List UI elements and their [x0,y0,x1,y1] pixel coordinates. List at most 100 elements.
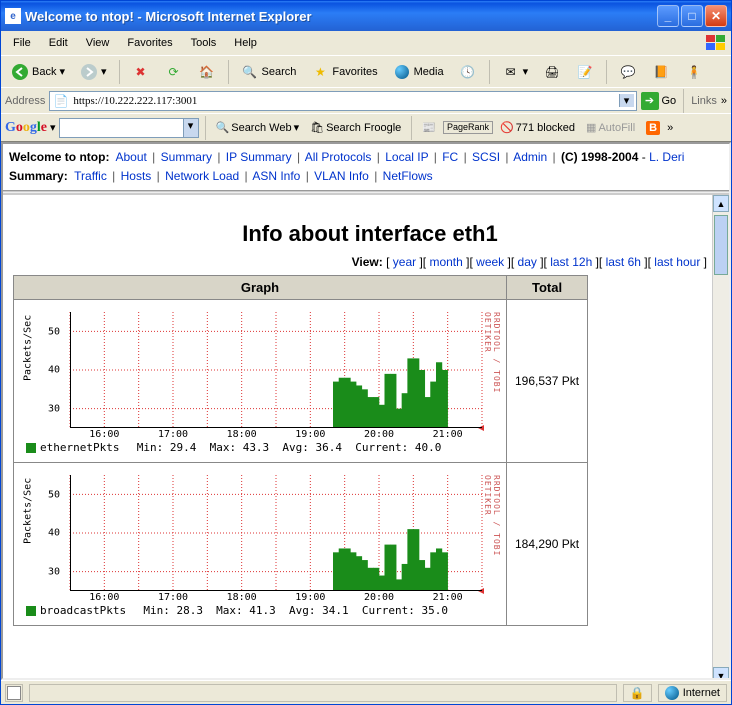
series-name: ethernetPkts [40,441,119,454]
pagerank-label: PageRank [447,123,489,132]
nav-admin[interactable]: Admin [513,150,547,164]
view-month[interactable]: month [429,255,462,269]
x-tick: 16:00 [89,592,119,603]
print-button[interactable]: 🖨 [537,60,567,84]
search-web-label: Search Web [231,122,291,134]
view-year[interactable]: year [393,255,416,269]
discuss-button[interactable]: 💬 [613,60,643,84]
view-lasthour[interactable]: last hour [654,255,700,269]
blogger-button[interactable]: B [642,119,664,137]
nav-traffic[interactable]: Traffic [74,169,107,183]
chevron-right-icon[interactable]: » [721,95,727,107]
chevron-down-icon: ▾ [294,121,300,134]
plot-area [70,312,482,428]
x-tick: 18:00 [227,592,257,603]
news-button[interactable]: 📰 [418,119,440,136]
address-dropdown-button[interactable]: ▾ [619,94,634,107]
back-button[interactable]: Back ▾ [5,60,71,84]
copyright-label: (C) 1998-2004 [561,150,638,164]
home-button[interactable]: 🏠 [192,60,222,84]
graph-table: Graph Total Packets/SecRRDTOOL / TOBI OE… [13,275,588,626]
history-button[interactable]: 🕓 [453,60,483,84]
nav-vlan-info[interactable]: VLAN Info [314,169,369,183]
nav-scsi[interactable]: SCSI [472,150,500,164]
search-button[interactable]: 🔍Search [235,60,303,84]
forward-button[interactable]: ▾ [74,60,113,84]
view-last12h[interactable]: last 12h [550,255,592,269]
title-favicon: e [5,8,21,24]
google-search-input[interactable]: ▾ [59,118,199,138]
menu-view[interactable]: View [78,35,118,51]
page-title: Info about interface eth1 [13,221,727,247]
nav-asn-info[interactable]: ASN Info [252,169,300,183]
favorites-button[interactable]: ★Favorites [305,60,383,84]
search-froogle-button[interactable]: 🛍Search Froogle [306,119,405,136]
nav-netflows[interactable]: NetFlows [383,169,433,183]
research-button[interactable]: 📙 [646,60,676,84]
view-label: View: [352,255,383,269]
nav-author[interactable]: L. Deri [649,150,684,164]
summary-label: Summary: [9,169,68,183]
messenger-button[interactable]: 🧍 [679,60,709,84]
nav-network-load[interactable]: Network Load [165,169,239,183]
menu-favorites[interactable]: Favorites [119,35,180,51]
maximize-button[interactable]: □ [681,5,703,27]
col-total: Total [507,276,588,300]
refresh-button[interactable]: ⟳ [159,60,189,84]
favorites-label: Favorites [332,66,377,78]
menu-help[interactable]: Help [226,35,265,51]
mail-icon: ✉ [502,63,520,81]
graph-cell: Packets/SecRRDTOOL / TOBI OETIKER3040501… [14,463,507,626]
main-toolbar: Back ▾ ▾ ✖ ⟳ 🏠 🔍Search ★Favorites Media … [1,55,731,87]
mail-button[interactable]: ✉▾ [496,60,535,84]
nav-hosts[interactable]: Hosts [121,169,152,183]
nav-summary[interactable]: Summary [161,150,212,164]
view-day[interactable]: day [518,255,537,269]
chevron-right-icon[interactable]: » [667,122,673,134]
autofill-button[interactable]: ▦AutoFill [582,119,639,136]
x-tick: 16:00 [89,429,119,440]
blocked-button[interactable]: 🚫771 blocked [496,119,579,136]
media-button[interactable]: Media [387,60,450,84]
google-search-dropdown[interactable]: ▾ [183,119,198,137]
scroll-up-button[interactable]: ▲ [713,195,729,212]
edit-button[interactable]: 📝 [570,60,600,84]
nav-about[interactable]: About [115,150,146,164]
view-last6h[interactable]: last 6h [606,255,641,269]
go-button[interactable]: ➔ Go [641,92,677,110]
menu-edit[interactable]: Edit [41,35,76,51]
nav-all-protocols[interactable]: All Protocols [305,150,372,164]
nav-fc[interactable]: FC [442,150,458,164]
menu-file[interactable]: File [5,35,39,51]
news-icon: 📰 [422,121,436,134]
stop-button[interactable]: ✖ [126,60,156,84]
autofill-icon: ▦ [586,121,596,134]
scroll-thumb[interactable] [714,215,728,275]
history-icon: 🕓 [459,63,477,81]
chevron-down-icon[interactable]: ▾ [50,121,56,134]
menu-tools[interactable]: Tools [183,35,225,51]
print-icon: 🖨 [543,63,561,81]
search-web-button[interactable]: 🔍Search Web▾ [212,119,304,136]
vertical-scrollbar[interactable]: ▲ ▼ [712,195,729,680]
froogle-icon: 🛍 [310,121,324,134]
y-tick: 50 [48,489,60,500]
nav-ip-summary[interactable]: IP Summary [226,150,292,164]
view-week[interactable]: week [476,255,504,269]
x-tick: 17:00 [158,592,188,603]
status-bar: 🔒 Internet [1,680,731,704]
graph-cell: Packets/SecRRDTOOL / TOBI OETIKER3040501… [14,300,507,463]
pagerank-button[interactable]: PageRank [443,121,493,134]
address-bar: Address 📄 ▾ ➔ Go Links » [1,87,731,113]
nav-local-ip[interactable]: Local IP [385,150,428,164]
status-lock: 🔒 [623,684,652,702]
content-area: Welcome to ntop: About | Summary | IP Su… [1,141,731,680]
close-button[interactable]: ✕ [705,5,727,27]
welcome-label: Welcome to ntop: [9,150,109,164]
address-input[interactable] [70,95,618,107]
x-tick: 18:00 [227,429,257,440]
scroll-down-button[interactable]: ▼ [713,667,729,680]
minimize-button[interactable]: _ [657,5,679,27]
google-logo[interactable]: Google [5,120,47,136]
links-label[interactable]: Links [691,95,717,107]
